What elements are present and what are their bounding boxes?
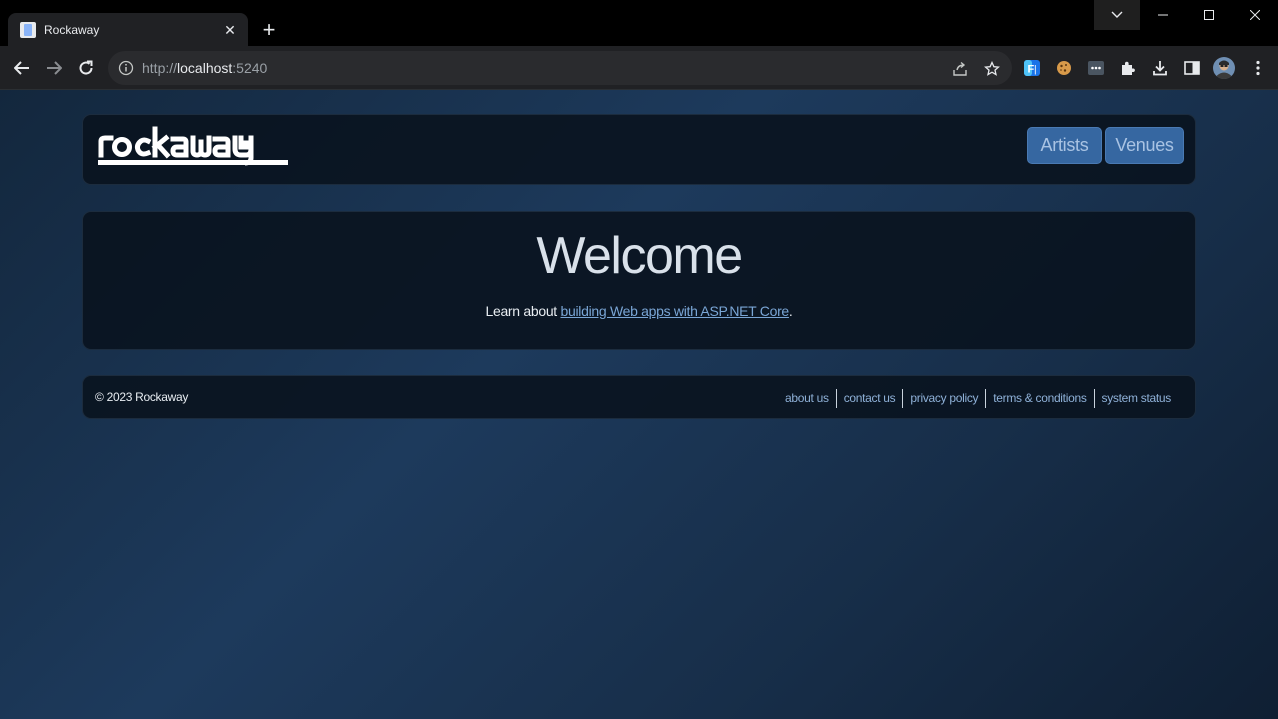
close-window-button[interactable]	[1232, 0, 1278, 30]
url-text: http://localhost:5240	[142, 60, 267, 76]
new-tab-button[interactable]: +	[258, 19, 280, 41]
footer-link-privacy-policy[interactable]: privacy policy	[903, 388, 985, 408]
forward-arrow-icon	[47, 61, 62, 75]
url-port: :5240	[232, 60, 268, 76]
footer-link-system-status[interactable]: system status	[1095, 388, 1178, 408]
rockaway-logo[interactable]	[97, 125, 293, 174]
minimize-button[interactable]	[1140, 0, 1186, 30]
extensions-menu-button[interactable]	[1118, 58, 1138, 78]
bookmark-button[interactable]	[982, 59, 1002, 79]
maximize-button[interactable]	[1186, 0, 1232, 30]
browser-tabstrip: Rockaway ✕ +	[0, 0, 1278, 47]
puzzle-piece-icon	[1122, 61, 1135, 75]
footer-link-about-us[interactable]: about us	[778, 388, 836, 408]
url-scheme: http://	[142, 60, 178, 76]
browser-toolbar: http://localhost:5240 F |	[0, 46, 1278, 90]
downloads-button[interactable]	[1150, 58, 1170, 78]
back-arrow-icon	[14, 61, 29, 75]
back-button[interactable]	[8, 54, 36, 82]
rockaway-logo-icon	[98, 126, 288, 166]
aspnet-core-link[interactable]: building Web apps with ASP.NET Core	[561, 303, 790, 319]
browser-menu-button[interactable]	[1248, 58, 1268, 78]
main-content: Welcome Learn about building Web apps wi…	[82, 211, 1196, 350]
site-header: Artists Venues	[82, 114, 1196, 185]
tab-close-icon[interactable]: ✕	[222, 22, 238, 38]
footer-link-terms-conditions[interactable]: terms & conditions	[986, 388, 1093, 408]
reload-button[interactable]	[72, 54, 100, 82]
page-favicon-icon	[20, 22, 36, 38]
browser-tab[interactable]: Rockaway ✕	[8, 13, 248, 47]
intro-text: Learn about building Web apps with ASP.N…	[83, 303, 1195, 319]
tab-title: Rockaway	[44, 23, 100, 37]
svg-text:|: |	[1034, 65, 1037, 76]
intro-prefix: Learn about	[485, 303, 561, 319]
kebab-menu-icon	[1256, 60, 1260, 76]
download-icon	[1153, 61, 1167, 76]
extension-cookie-button[interactable]	[1054, 58, 1074, 78]
reload-icon	[79, 60, 93, 75]
share-icon	[953, 61, 967, 76]
nav-artists-button[interactable]: Artists	[1027, 127, 1102, 164]
footer-link-contact-us[interactable]: contact us	[837, 388, 903, 408]
extension-font-button[interactable]: F |	[1022, 58, 1042, 78]
tab-search-button[interactable]	[1094, 0, 1140, 30]
site-footer: © 2023 Rockaway about us contact us priv…	[82, 375, 1196, 419]
close-icon	[1250, 10, 1260, 20]
profile-avatar-button[interactable]	[1212, 56, 1236, 80]
address-bar[interactable]: http://localhost:5240	[108, 51, 1012, 85]
chevron-down-icon	[1111, 11, 1123, 18]
font-extension-icon: F |	[1024, 60, 1040, 76]
side-panel-icon	[1184, 61, 1200, 75]
extension-dots-button[interactable]	[1086, 58, 1106, 78]
intro-suffix: .	[788, 303, 793, 319]
maximize-icon	[1204, 10, 1214, 20]
side-panel-button[interactable]	[1182, 58, 1202, 78]
site-info-icon[interactable]	[118, 60, 134, 76]
star-icon	[984, 61, 1000, 76]
url-host: localhost	[177, 60, 233, 76]
minimize-icon	[1158, 14, 1168, 16]
nav-venues-button[interactable]: Venues	[1105, 127, 1184, 164]
share-button[interactable]	[950, 59, 970, 79]
copyright-text: © 2023 Rockaway	[95, 390, 189, 404]
more-dots-extension-icon	[1088, 61, 1104, 75]
avatar	[1213, 57, 1235, 79]
page-viewport: Artists Venues Welcome Learn about build…	[0, 90, 1278, 719]
footer-links: about us contact us privacy policy terms…	[778, 388, 1178, 408]
cookie-icon	[1057, 61, 1071, 75]
forward-button[interactable]	[40, 54, 68, 82]
page-title: Welcome	[536, 227, 743, 285]
